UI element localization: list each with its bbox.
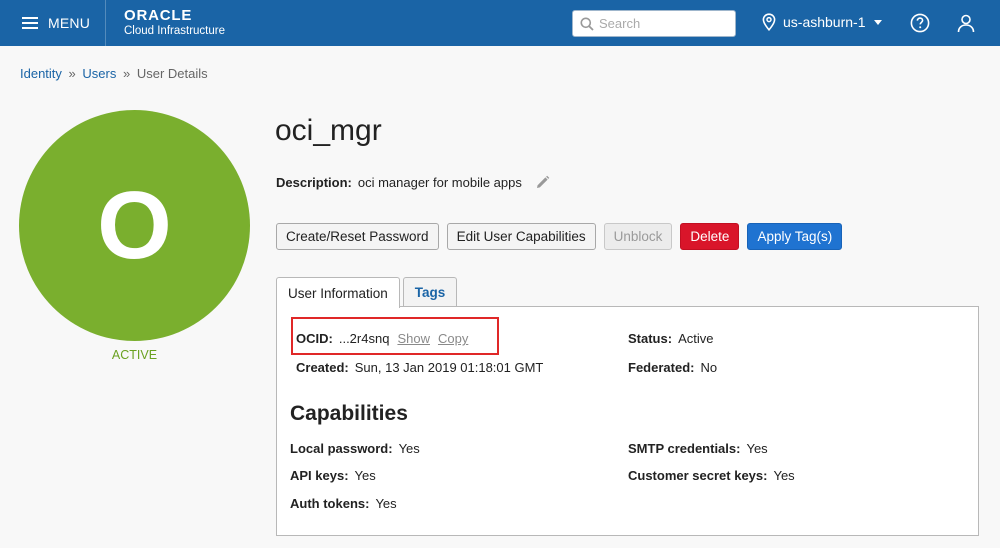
capabilities-heading: Capabilities <box>290 402 408 425</box>
status-row: Status: Active <box>628 331 713 346</box>
user-profile-button[interactable] <box>956 13 976 38</box>
local-password-value: Yes <box>398 441 420 456</box>
avatar-status-label: ACTIVE <box>111 348 158 362</box>
auth-tokens-row: Auth tokens: Yes <box>290 496 397 511</box>
edit-user-capabilities-button[interactable]: Edit User Capabilities <box>446 223 596 250</box>
region-label: us-ashburn-1 <box>783 14 866 30</box>
ocid-highlight-box <box>291 317 499 355</box>
federated-label: Federated: <box>628 360 695 375</box>
description: Description: oci manager for mobile apps <box>276 175 550 190</box>
customer-secret-keys-label: Customer secret keys: <box>628 468 768 483</box>
tab-user-information[interactable]: User Information <box>276 277 400 308</box>
api-keys-label: API keys: <box>290 468 349 483</box>
smtp-credentials-row: SMTP credentials: Yes <box>628 441 768 456</box>
breadcrumb-current: User Details <box>136 66 208 81</box>
brand-subtitle: Cloud Infrastructure <box>124 25 225 37</box>
action-buttons: Create/Reset Password Edit User Capabili… <box>276 223 843 250</box>
pencil-icon[interactable] <box>535 175 550 190</box>
menu-label: MENU <box>48 15 91 31</box>
breadcrumb-users[interactable]: Users <box>82 66 116 81</box>
search-icon <box>580 17 594 31</box>
api-keys-value: Yes <box>354 468 376 483</box>
local-password-label: Local password: <box>290 441 393 456</box>
local-password-row: Local password: Yes <box>290 441 420 456</box>
chevron-down-icon <box>873 19 882 25</box>
user-avatar: O <box>19 110 250 341</box>
brand-name: ORACLE <box>124 7 193 24</box>
breadcrumb: Identity » Users » User Details <box>20 66 208 81</box>
delete-button[interactable]: Delete <box>680 223 740 250</box>
menu-button[interactable]: MENU <box>0 0 106 46</box>
customer-secret-keys-value: Yes <box>773 468 795 483</box>
top-navigation-bar: MENU ORACLE Cloud Infrastructure us-ashb… <box>0 0 1000 46</box>
federated-row: Federated: No <box>628 360 717 375</box>
tab-bar: User Information Tags <box>276 277 460 308</box>
breadcrumb-separator: » <box>68 66 76 81</box>
smtp-credentials-label: SMTP credentials: <box>628 441 741 456</box>
status-value: Active <box>678 331 714 346</box>
status-label: Status: <box>628 331 673 346</box>
created-row: Created: Sun, 13 Jan 2019 01:18:01 GMT <box>296 360 543 375</box>
page-title: oci_mgr <box>275 114 382 147</box>
customer-secret-keys-row: Customer secret keys: Yes <box>628 468 795 483</box>
location-pin-icon <box>762 13 776 31</box>
breadcrumb-separator: » <box>122 66 131 81</box>
federated-value: No <box>700 360 718 375</box>
breadcrumb-identity[interactable]: Identity <box>20 66 62 81</box>
created-value: Sun, 13 Jan 2019 01:18:01 GMT <box>354 360 544 375</box>
created-label: Created: <box>296 360 349 375</box>
tab-tags[interactable]: Tags <box>402 277 458 307</box>
auth-tokens-value: Yes <box>375 496 397 511</box>
smtp-credentials-value: Yes <box>746 441 768 456</box>
help-icon <box>910 13 930 33</box>
auth-tokens-label: Auth tokens: <box>290 496 370 511</box>
description-value: oci manager for mobile apps <box>357 175 522 190</box>
hamburger-icon <box>22 17 38 29</box>
apply-tags-button[interactable]: Apply Tag(s) <box>747 223 843 250</box>
user-icon <box>957 14 975 33</box>
unblock-button: Unblock <box>603 223 673 250</box>
create-reset-password-button[interactable]: Create/Reset Password <box>276 223 439 250</box>
avatar-initial: O <box>97 171 172 279</box>
search-input[interactable] <box>599 16 729 31</box>
oracle-cloud-logo[interactable]: ORACLE Cloud Infrastructure <box>124 8 225 38</box>
search-box[interactable] <box>572 10 736 37</box>
region-selector[interactable]: us-ashburn-1 <box>762 13 882 31</box>
description-label: Description: <box>276 175 352 190</box>
api-keys-row: API keys: Yes <box>290 468 376 483</box>
help-button[interactable] <box>910 13 930 38</box>
